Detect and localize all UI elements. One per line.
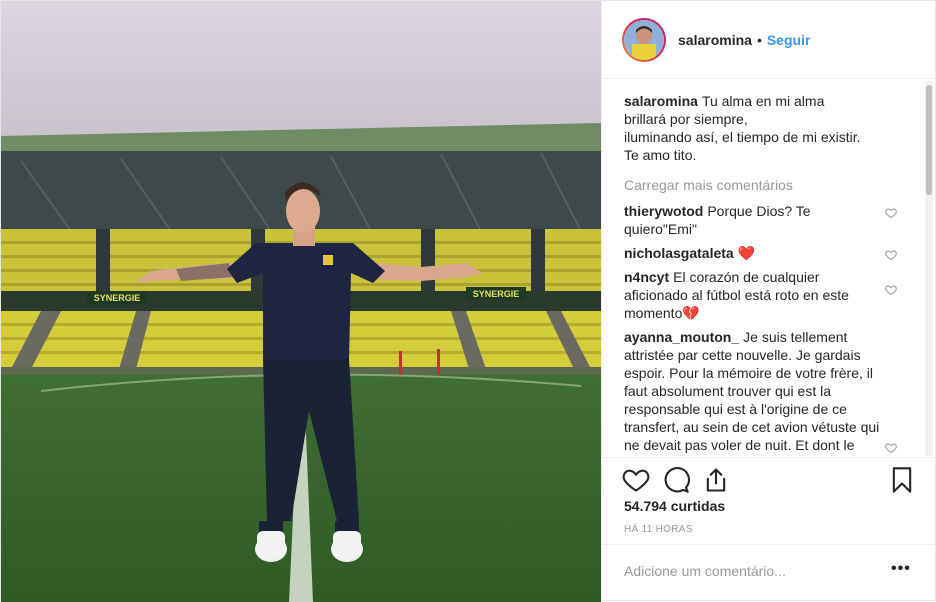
comment-username[interactable]: nicholasgataleta bbox=[624, 245, 734, 261]
caption-username[interactable]: salaromina bbox=[624, 93, 698, 109]
comment-username[interactable]: n4ncyt bbox=[624, 269, 669, 285]
post-caption: salaromina Tu alma en mi alma brillará po… bbox=[624, 92, 899, 164]
stadium-sign-left: SYNERGIE bbox=[94, 293, 141, 303]
follow-button[interactable]: Seguir bbox=[767, 32, 811, 48]
scrollbar-thumb[interactable] bbox=[926, 85, 932, 195]
more-options-button[interactable]: ••• bbox=[891, 560, 911, 578]
stadium-photo: SYNERGIE SYNERGIE bbox=[1, 1, 601, 602]
comment-item: n4ncyt El corazón de cualquier aficionado… bbox=[624, 268, 897, 322]
comments-scrollbar[interactable] bbox=[925, 81, 933, 456]
comments-list[interactable]: salaromina Tu alma en mi alma brillará po… bbox=[602, 80, 924, 457]
comment-icon[interactable] bbox=[662, 466, 690, 494]
comment-username[interactable]: thierywotod bbox=[624, 203, 703, 219]
avatar-image bbox=[624, 19, 664, 60]
post-header: salaromina • Seguir bbox=[602, 1, 936, 79]
heart-icon[interactable] bbox=[622, 466, 650, 494]
action-bar bbox=[602, 457, 936, 498]
comment-item: thierywotod Porque Dios? Te quiero"Emi" bbox=[624, 202, 897, 238]
red-heart-emoji: ❤️ bbox=[737, 245, 756, 261]
comment-item: nicholasgataleta ❤️ bbox=[624, 244, 897, 262]
caption-line-4: Te amo tito. bbox=[624, 147, 697, 163]
comment-text: Je suis tellement attristée par cette no… bbox=[624, 329, 880, 457]
comment-like-icon[interactable] bbox=[885, 249, 897, 261]
likes-count[interactable]: 54.794 curtidas bbox=[624, 498, 725, 514]
comment-input[interactable] bbox=[624, 563, 854, 579]
header-username[interactable]: salaromina bbox=[678, 32, 752, 48]
caption-line-1: Tu alma en mi alma bbox=[701, 93, 825, 109]
avatar[interactable] bbox=[622, 17, 666, 62]
caption-line-3: iluminando así, el tiempo de mi existir. bbox=[624, 129, 861, 145]
header-separator: • bbox=[756, 31, 762, 48]
comment-like-icon[interactable] bbox=[885, 284, 897, 296]
instagram-post: SYNERGIE SYNERGIE salaromina • Seguir sa… bbox=[0, 0, 936, 602]
load-more-comments-button[interactable]: Carregar mais comentários bbox=[624, 177, 924, 193]
share-icon[interactable] bbox=[702, 466, 730, 494]
post-photo[interactable]: SYNERGIE SYNERGIE bbox=[1, 1, 601, 602]
post-details-panel: salaromina • Seguir salaromina Tu alma en… bbox=[601, 1, 936, 602]
add-comment-bar: ••• bbox=[602, 544, 936, 601]
stadium-sign-right: SYNERGIE bbox=[473, 289, 520, 299]
broken-heart-emoji: 💔 bbox=[682, 305, 700, 321]
caption-line-2: brillará por siempre, bbox=[624, 111, 748, 127]
comment-like-icon[interactable] bbox=[885, 207, 897, 219]
post-timestamp[interactable]: HÁ 11 HORAS bbox=[624, 524, 693, 535]
bookmark-icon[interactable] bbox=[888, 466, 916, 494]
comment-like-icon[interactable] bbox=[885, 442, 897, 454]
comment-username[interactable]: ayanna_mouton_ bbox=[624, 329, 739, 345]
comment-item: ayanna_mouton_ Je suis tellement attristé… bbox=[624, 328, 897, 457]
